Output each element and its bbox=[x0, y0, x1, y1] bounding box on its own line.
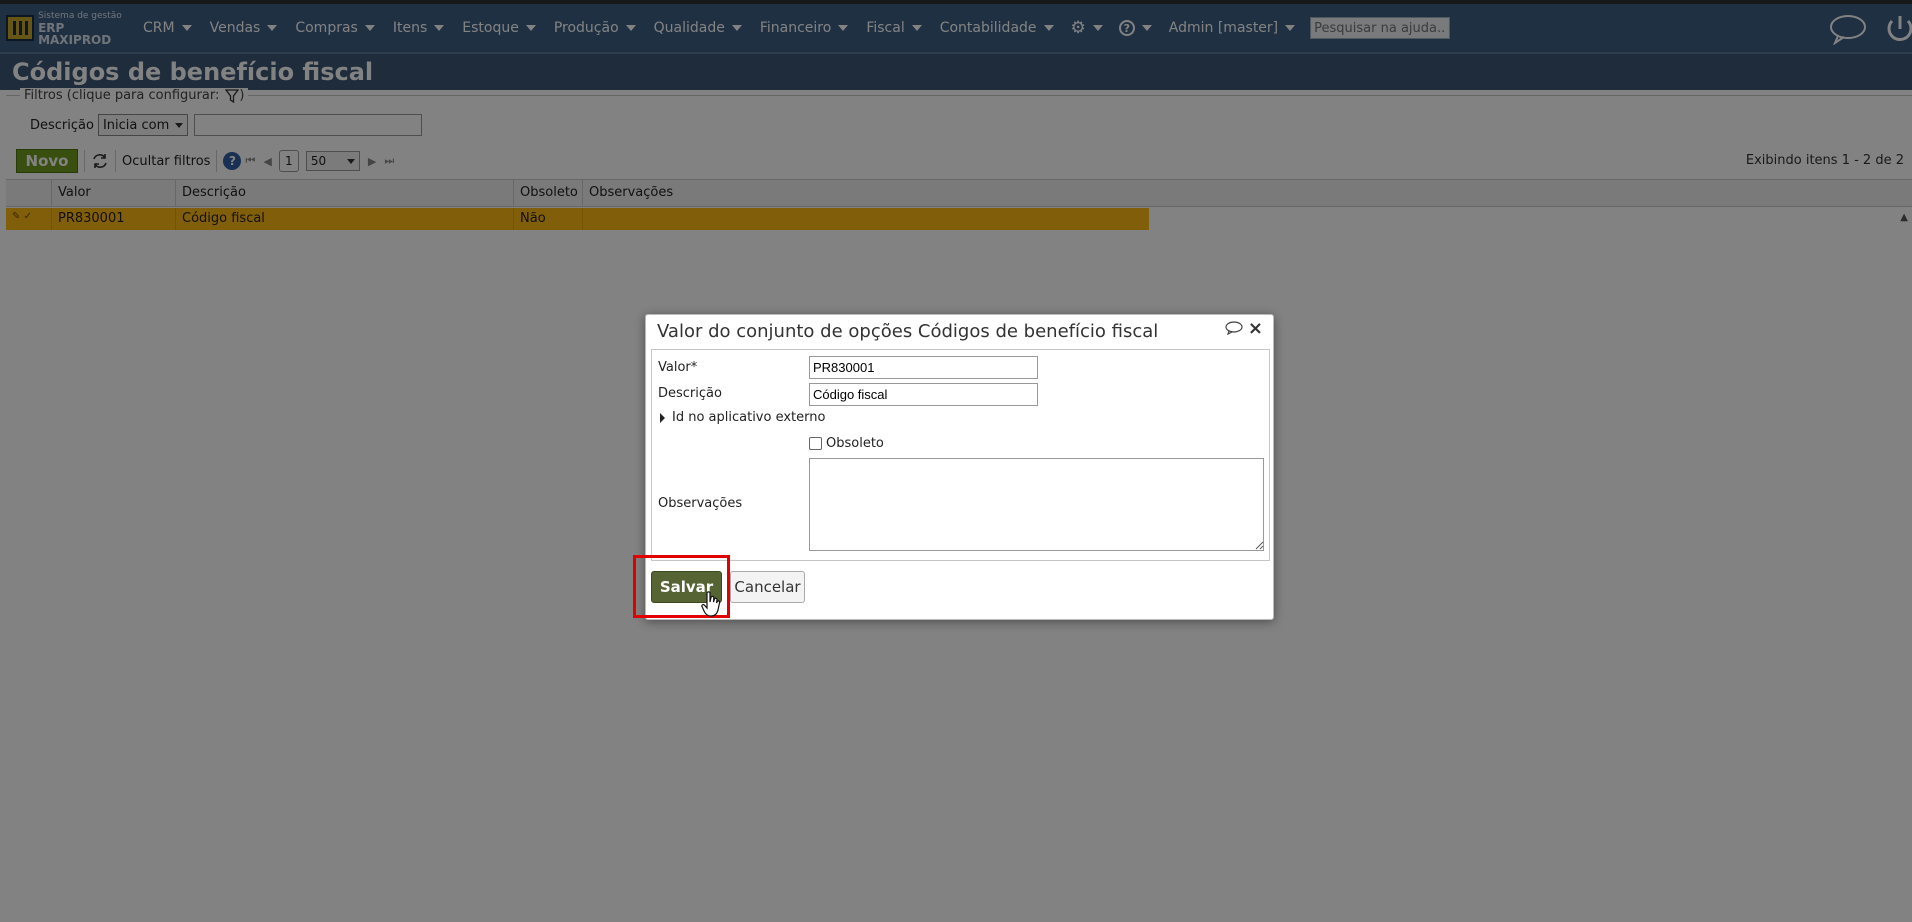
external-id-expander[interactable]: Id no aplicativo externo bbox=[660, 410, 825, 425]
valor-field[interactable] bbox=[809, 356, 1038, 379]
close-icon[interactable]: × bbox=[1248, 318, 1263, 339]
caret-right-icon bbox=[660, 412, 665, 423]
valor-label: Valor* bbox=[658, 360, 698, 375]
descricao-label: Descrição bbox=[658, 386, 722, 401]
edit-dialog: Valor do conjunto de opções Códigos de b… bbox=[645, 314, 1274, 620]
cancel-button[interactable]: Cancelar bbox=[730, 571, 805, 603]
obsoleto-checkbox[interactable] bbox=[809, 437, 822, 450]
comment-icon[interactable] bbox=[1225, 321, 1243, 335]
dialog-title: Valor do conjunto de opções Códigos de b… bbox=[657, 321, 1159, 342]
observacoes-label: Observações bbox=[658, 496, 743, 511]
dialog-form: Valor* Descrição Id no aplicativo extern… bbox=[651, 349, 1270, 561]
resize-handle-icon[interactable] bbox=[1254, 540, 1264, 550]
obsoleto-checkbox-row[interactable]: Obsoleto bbox=[809, 436, 884, 451]
descricao-field[interactable] bbox=[809, 383, 1038, 406]
observacoes-textarea[interactable] bbox=[809, 458, 1264, 551]
hand-cursor-icon bbox=[701, 591, 721, 617]
